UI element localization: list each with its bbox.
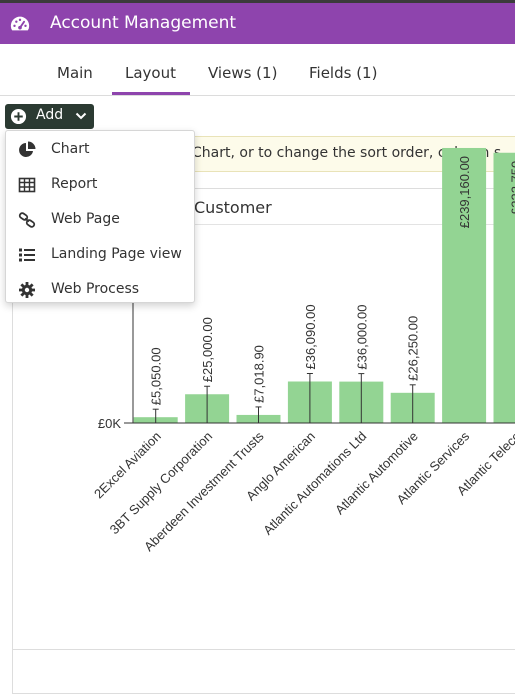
data-label: £7,018.90 bbox=[252, 345, 267, 403]
menu-item-web-page[interactable]: Web Page bbox=[6, 202, 194, 237]
chevron-down-icon bbox=[75, 112, 87, 120]
data-label: £239,160.00 bbox=[457, 156, 472, 228]
menu-item-label: Web Page bbox=[51, 211, 120, 227]
data-label: £5,050.00 bbox=[149, 347, 164, 405]
list-icon bbox=[19, 248, 35, 262]
menu-item-report[interactable]: Report bbox=[6, 167, 194, 202]
plus-circle-icon bbox=[10, 108, 27, 125]
data-label: £25,000.00 bbox=[200, 317, 215, 382]
data-label: £36,000.00 bbox=[354, 305, 369, 370]
y-tick-label: £0K bbox=[98, 416, 121, 431]
add-button[interactable]: Add bbox=[5, 104, 94, 129]
table-icon bbox=[18, 177, 36, 193]
data-label: £232,750 bbox=[509, 161, 515, 215]
menu-item-label: Landing Page view bbox=[51, 246, 182, 262]
menu-item-web-process[interactable]: Web Process bbox=[6, 272, 194, 307]
link-icon bbox=[18, 212, 36, 228]
menu-item-label: Chart bbox=[51, 141, 90, 157]
add-dropdown-menu: Chart Report Web Page Landing Page view bbox=[5, 130, 195, 303]
menu-item-label: Report bbox=[51, 176, 98, 192]
x-tick-label: 3BT Supply Corporation bbox=[107, 429, 216, 538]
menu-item-landing-page-view[interactable]: Landing Page view bbox=[6, 237, 194, 272]
add-button-label: Add bbox=[36, 107, 64, 123]
data-label: £26,250.00 bbox=[406, 316, 421, 381]
gear-icon bbox=[19, 282, 35, 298]
pie-chart-icon bbox=[19, 141, 36, 157]
menu-item-label: Web Process bbox=[51, 281, 140, 297]
menu-item-chart[interactable]: Chart bbox=[6, 132, 194, 167]
data-label: £36,090.00 bbox=[303, 304, 318, 369]
x-tick-label: Atlantic Automations Ltd bbox=[260, 429, 369, 538]
